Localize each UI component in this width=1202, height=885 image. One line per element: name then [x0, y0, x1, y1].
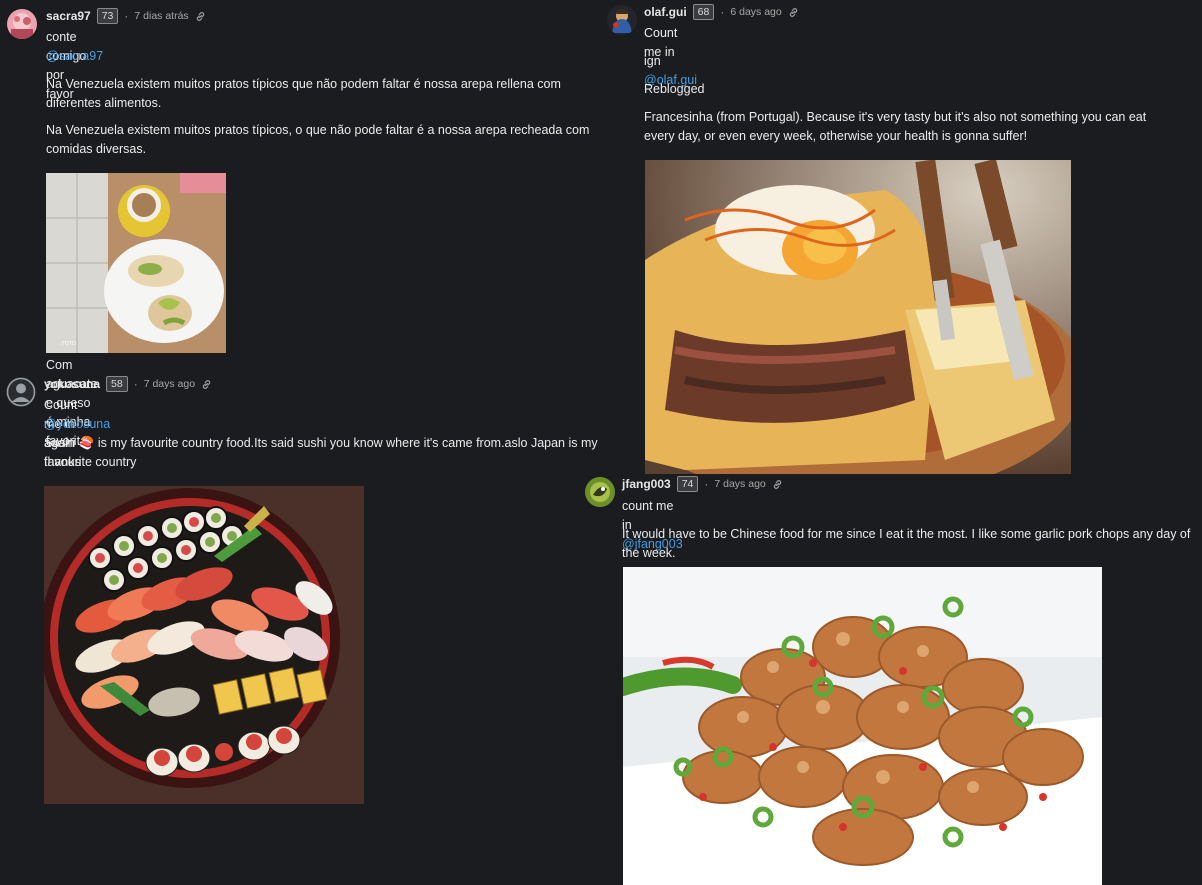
avatar-image	[7, 9, 37, 39]
link-icon[interactable]	[195, 11, 206, 22]
svg-text:FOTO: FOTO	[62, 341, 76, 347]
comment-paragraph: Na Venezuela existem muitos pratos típic…	[46, 123, 590, 156]
paragraph-text: Sushi	[44, 436, 76, 450]
username[interactable]: olaf.gui	[644, 5, 687, 19]
username[interactable]: jfang003	[622, 477, 671, 491]
link-icon[interactable]	[772, 479, 783, 490]
timestamp[interactable]: 7 days ago	[144, 378, 195, 390]
mention-link[interactable]: @yokosuna	[44, 415, 110, 434]
timestamp[interactable]: 6 days ago	[730, 6, 781, 18]
mention-link[interactable]: @sacra97	[46, 47, 103, 66]
timestamp[interactable]: 7 dias atrás	[134, 10, 188, 22]
arepa-photo[interactable]: FOTO	[46, 173, 226, 353]
avatar-image	[607, 5, 637, 35]
comment-paragraph: It would have to be Chinese food for me …	[622, 527, 1191, 560]
reputation-badge: 58	[106, 376, 128, 392]
comment-paragraph: Na Venezuela existem muitos pratos típic…	[46, 77, 561, 110]
comment-paragraph: Francesinha (from Portugal). Because it'…	[644, 110, 1147, 143]
default-user-icon	[6, 377, 36, 407]
reputation-badge: 68	[692, 4, 715, 20]
sushi-emoji-icon: 🍣	[78, 436, 95, 450]
francesinha-photo[interactable]	[645, 160, 1071, 474]
reputation-badge: 73	[96, 8, 119, 24]
link-icon[interactable]	[788, 7, 799, 18]
avatar[interactable]	[7, 9, 37, 39]
timestamp[interactable]: 7 days ago	[714, 478, 765, 490]
ign-label: ign	[644, 54, 661, 68]
separator-dot: ·	[704, 477, 709, 491]
avatar[interactable]	[607, 5, 637, 35]
sushi-photo[interactable]	[44, 486, 364, 804]
comment-paragraph: Sushi 🍣 is my favourite country food.Its…	[44, 434, 599, 472]
link-icon[interactable]	[201, 379, 212, 390]
separator-dot: ·	[124, 9, 129, 23]
username[interactable]: sacra97	[46, 9, 91, 23]
avatar[interactable]	[585, 477, 615, 507]
comment-text: Reblogged	[644, 82, 705, 96]
username[interactable]: yokosuna	[44, 377, 100, 391]
avatar[interactable]	[6, 377, 36, 407]
avatar-image	[585, 477, 615, 507]
reputation-badge: 74	[676, 476, 699, 492]
separator-dot: ·	[133, 377, 138, 391]
separator-dot: ·	[720, 5, 725, 19]
pork-chops-photo[interactable]	[623, 567, 1102, 885]
paragraph-text: is my favourite country food.Its said su…	[44, 436, 598, 469]
